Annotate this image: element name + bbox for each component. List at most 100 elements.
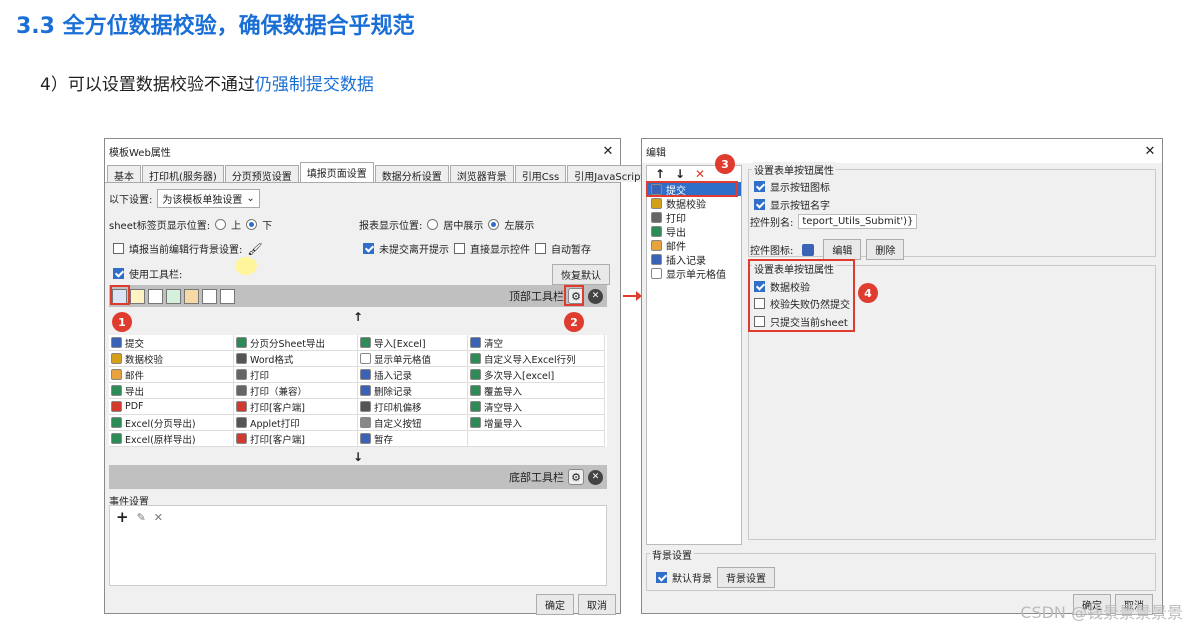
list-item-label: 显示单元格值 xyxy=(666,269,726,281)
grid-cell[interactable]: 邮件 xyxy=(109,367,234,383)
tab-css[interactable]: 引用Css xyxy=(514,165,567,183)
move-up-icon[interactable]: ↑ xyxy=(653,167,667,181)
grid-cell[interactable]: 导出 xyxy=(109,383,234,399)
list-item[interactable]: 插入记录 xyxy=(647,252,741,267)
list-item[interactable]: 导出 xyxy=(647,224,741,239)
grid-cell[interactable]: 导入[Excel] xyxy=(358,335,468,351)
list-item-label: 数据校验 xyxy=(666,199,706,211)
icon-row: 控件图标: 编辑 删除 xyxy=(750,239,905,260)
unsubmit-tip-label: 未提交离开提示 xyxy=(379,245,449,256)
show-icon-checkbox[interactable] xyxy=(754,181,765,192)
grid-cell[interactable]: 多次导入[excel] xyxy=(468,367,605,383)
button-icon xyxy=(111,417,122,428)
cell-value-icon[interactable] xyxy=(220,288,235,304)
grid-cell[interactable]: 打印[客户端] xyxy=(234,431,358,447)
sheet-pos-label: sheet标签页显示位置: xyxy=(109,221,211,232)
grid-cell[interactable]: 数据校验 xyxy=(109,351,234,367)
setting-select[interactable]: 为该模板单独设置 ⌄ xyxy=(157,189,260,208)
grid-cell[interactable]: 清空导入 xyxy=(468,399,605,415)
grid-cell[interactable]: 显示单元格值 xyxy=(358,351,468,367)
item-icon xyxy=(651,267,662,279)
insert-row-icon[interactable] xyxy=(202,288,217,304)
list-item[interactable]: 数据校验 xyxy=(647,196,741,211)
edit-icon-button[interactable]: 编辑 xyxy=(823,239,862,260)
grid-cell[interactable]: 自定义导入Excel行列 xyxy=(468,351,605,367)
grid-cell[interactable]: 分页分Sheet导出 xyxy=(234,335,358,351)
list-item[interactable]: 邮件 xyxy=(647,238,741,253)
wand-icon[interactable] xyxy=(130,288,145,304)
edit-icon[interactable]: ✎ xyxy=(137,511,146,524)
delete-item-icon[interactable]: ✕ xyxy=(693,167,707,181)
tab-javascript[interactable]: 引用JavaScript xyxy=(567,165,652,183)
tab-fill-page[interactable]: 填报页面设置 xyxy=(299,162,374,182)
button-icon xyxy=(360,433,371,444)
grid-cell[interactable]: 自定义按钮 xyxy=(358,415,468,431)
use-toolbar-checkbox[interactable] xyxy=(113,268,124,279)
grid-cell[interactable]: 打印 xyxy=(234,367,358,383)
button-icon xyxy=(111,401,122,412)
list-item[interactable]: 打印 xyxy=(647,210,741,225)
move-down-icon[interactable]: ↓ xyxy=(673,167,687,181)
grid-cell[interactable]: PDF xyxy=(109,399,234,415)
grid-cell[interactable]: 打印机偏移 xyxy=(358,399,468,415)
grid-cell[interactable]: 插入记录 xyxy=(358,367,468,383)
export-icon[interactable] xyxy=(166,288,181,304)
close-icon[interactable]: ✕ xyxy=(1138,144,1162,159)
alias-input[interactable]: teport_Utils_Submit')} xyxy=(798,214,918,229)
delete-icon-button[interactable]: 删除 xyxy=(866,239,905,260)
grid-cell[interactable]: 删除记录 xyxy=(358,383,468,399)
button-icon xyxy=(236,417,247,428)
list-item[interactable]: 显示单元格值 xyxy=(647,266,741,281)
fill-bg-checkbox[interactable] xyxy=(113,243,124,254)
unsubmit-tip-checkbox[interactable] xyxy=(363,243,374,254)
ok-button[interactable]: 确定 xyxy=(536,594,574,615)
item-icon xyxy=(651,197,662,209)
tab-data-analysis[interactable]: 数据分析设置 xyxy=(374,165,449,183)
up-arrow-icon: ↑ xyxy=(353,310,364,324)
tab-browser-bg[interactable]: 浏览器背景 xyxy=(449,165,514,183)
alias-row: 控件别名: teport_Utils_Submit')} xyxy=(750,214,918,229)
grid-cell[interactable]: 暂存 xyxy=(358,431,468,447)
grid-cell[interactable]: 打印（兼容） xyxy=(234,383,358,399)
cancel-button[interactable]: 取消 xyxy=(578,594,616,615)
remove-icon[interactable]: ✕ xyxy=(588,288,603,304)
grid-cell[interactable]: 清空 xyxy=(468,335,605,351)
grid-cell[interactable]: 打印[客户端] xyxy=(234,399,358,415)
mail-icon[interactable] xyxy=(184,288,199,304)
show-icon-label: 显示按钮图标 xyxy=(770,183,830,194)
auto-save-checkbox[interactable] xyxy=(535,243,546,254)
radio-center[interactable] xyxy=(427,219,439,230)
grid-cell[interactable]: 增量导入 xyxy=(468,415,605,431)
show-name-checkbox[interactable] xyxy=(754,199,765,210)
gear-icon[interactable]: ⚙ xyxy=(568,469,584,485)
add-icon[interactable]: + xyxy=(116,508,129,526)
grid-cell[interactable]: Excel(原样导出) xyxy=(109,431,234,447)
close-icon[interactable]: ✕ xyxy=(596,144,620,159)
grid-cell-label: PDF xyxy=(125,401,144,412)
item-icon xyxy=(651,253,662,265)
grid-cell-label: 插入记录 xyxy=(374,370,413,382)
radio-left[interactable] xyxy=(488,219,500,230)
direct-show-checkbox[interactable] xyxy=(454,243,465,254)
button-icon xyxy=(236,369,247,380)
tab-page-preview[interactable]: 分页预览设置 xyxy=(224,165,299,183)
alias-label: 控件别名: xyxy=(750,218,794,229)
grid-cell[interactable]: Word格式 xyxy=(234,351,358,367)
restore-default-button[interactable]: 恢复默认 xyxy=(552,264,610,285)
tab-basic[interactable]: 基本 xyxy=(107,165,141,183)
print-icon[interactable] xyxy=(148,288,163,304)
default-bg-checkbox[interactable] xyxy=(656,572,667,583)
button-icon xyxy=(111,369,122,380)
grid-cell[interactable]: 提交 xyxy=(109,335,234,351)
paint-bucket-icon[interactable]: 🖌 xyxy=(247,242,262,256)
grid-cell[interactable]: 覆盖导入 xyxy=(468,383,605,399)
remove-icon[interactable]: ✕ xyxy=(588,469,603,485)
bg-settings-button[interactable]: 背景设置 xyxy=(717,567,775,588)
radio-top[interactable] xyxy=(215,219,227,230)
grid-cell[interactable]: Applet打印 xyxy=(234,415,358,431)
delete-icon[interactable]: ✕ xyxy=(154,511,163,524)
grid-cell[interactable]: Excel(分页导出) xyxy=(109,415,234,431)
radio-bottom[interactable] xyxy=(246,219,258,230)
tab-printer[interactable]: 打印机(服务器) xyxy=(142,165,224,183)
subline-highlight: 仍强制提交数据 xyxy=(254,75,374,95)
